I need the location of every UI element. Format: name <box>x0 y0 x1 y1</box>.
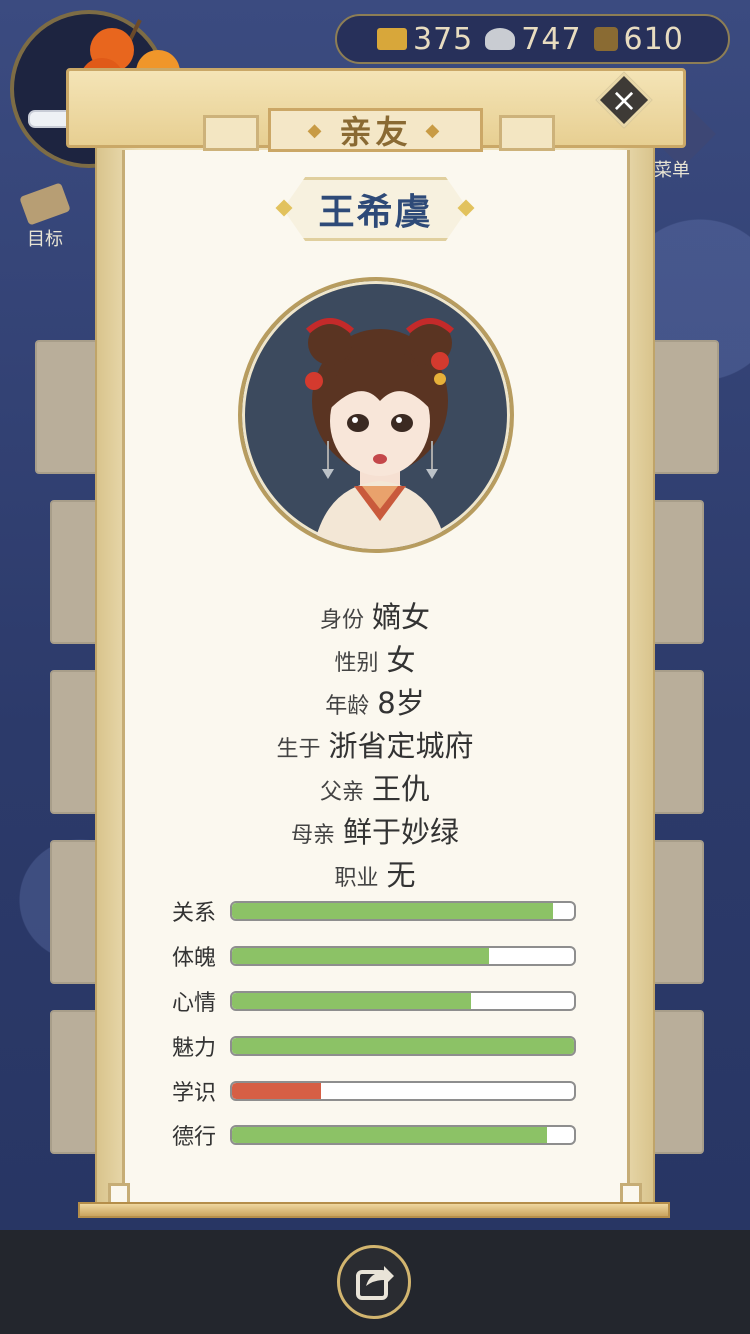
goal-button[interactable]: 目标 <box>10 182 80 255</box>
stat-bar <box>230 946 576 966</box>
goal-label: 目标 <box>27 229 63 250</box>
stat-fill <box>232 1083 321 1099</box>
stat-relationship: 关系 <box>172 899 582 926</box>
title-ornament: ◆ <box>425 119 444 141</box>
header-ornament <box>203 115 259 151</box>
stat-label: 学识 <box>172 1081 217 1106</box>
share-icon <box>356 1266 394 1300</box>
header-ornament <box>499 115 555 151</box>
stat-knowledge: 学识 <box>172 1079 582 1106</box>
info-father: 父亲 王仇 <box>125 766 625 808</box>
gold-amount: 375 <box>413 21 474 57</box>
info-label: 父亲 <box>319 780 364 805</box>
silver-amount: 747 <box>521 21 582 57</box>
info-value: 女 <box>386 643 416 677</box>
info-value: 嫡女 <box>372 600 431 634</box>
share-button[interactable] <box>337 1245 411 1319</box>
background-card <box>650 1010 704 1154</box>
background-card <box>650 670 704 814</box>
menu-label: 菜单 <box>654 160 690 181</box>
copper-amount: 610 <box>623 21 684 57</box>
info-value: 王仇 <box>372 772 431 806</box>
info-label: 年龄 <box>325 694 370 719</box>
stat-physique: 体魄 <box>172 944 582 971</box>
info-value: 鲜于妙绿 <box>343 815 460 849</box>
info-label: 生于 <box>276 737 321 762</box>
copper-coin-icon <box>593 27 618 51</box>
stat-virtue: 德行 <box>172 1123 582 1150</box>
stat-fill <box>232 1127 547 1143</box>
info-age: 年龄 8岁 <box>125 680 625 722</box>
stat-fill <box>232 903 554 919</box>
silver-ingot-icon <box>485 28 516 50</box>
stat-bar <box>230 901 576 921</box>
character-portrait <box>238 277 514 553</box>
stat-bar <box>230 1081 576 1101</box>
stat-mood: 心情 <box>172 989 582 1016</box>
info-label: 性别 <box>334 651 379 676</box>
info-value: 8岁 <box>377 686 425 720</box>
scroll-bottom-rod <box>78 1202 670 1218</box>
info-birthplace: 生于 浙省定城府 <box>125 723 625 765</box>
info-value: 无 <box>386 858 416 892</box>
stat-bar <box>230 991 576 1011</box>
stat-bar <box>230 1036 576 1056</box>
background-card <box>650 340 719 474</box>
background-card <box>650 500 704 644</box>
stat-charm: 魅力 <box>172 1034 582 1061</box>
info-label: 职业 <box>334 866 379 891</box>
close-icon: × <box>610 81 638 119</box>
gold-ingot-icon <box>377 28 407 50</box>
info-occupation: 职业无 <box>125 852 625 894</box>
stat-fill <box>232 993 472 1009</box>
stat-label: 关系 <box>172 901 217 926</box>
stat-fill <box>232 948 489 964</box>
stat-bar <box>230 1125 576 1145</box>
dialog-title-text: 亲友 <box>339 113 412 151</box>
stat-label: 心情 <box>172 991 217 1016</box>
background-card <box>650 840 704 984</box>
character-name: 王希虞 <box>283 177 468 241</box>
character-name-text: 王希虞 <box>318 192 433 233</box>
info-label: 身份 <box>319 608 364 633</box>
stat-label: 魅力 <box>172 1036 217 1061</box>
info-gender: 性别女 <box>125 637 625 679</box>
info-identity: 身份 嫡女 <box>125 594 625 636</box>
title-ornament: ◆ <box>307 119 326 141</box>
scroll-icon <box>19 182 71 226</box>
stat-label: 体魄 <box>172 946 217 971</box>
currency-bar: 375 747 610 <box>335 14 730 64</box>
stat-label: 德行 <box>172 1125 217 1150</box>
info-label: 母亲 <box>290 823 335 848</box>
stat-fill <box>232 1038 574 1054</box>
dialog-title: ◆ 亲友 ◆ <box>268 108 483 152</box>
info-value: 浙省定城府 <box>328 729 474 763</box>
info-mother: 母亲 鲜于妙绿 <box>125 809 625 851</box>
